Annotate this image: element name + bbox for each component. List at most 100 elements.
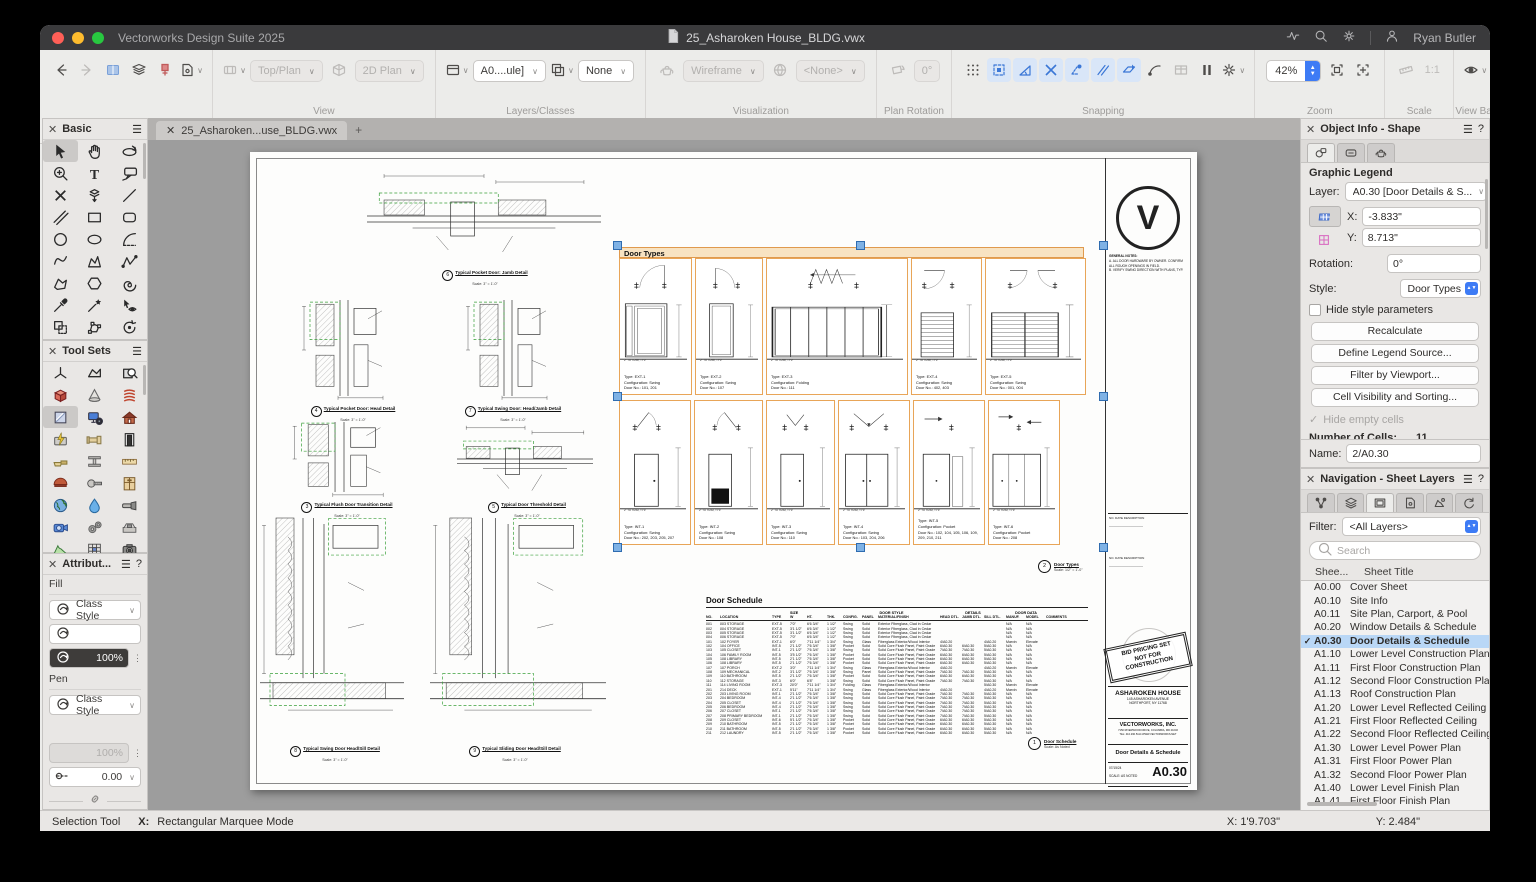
circle-tool[interactable]: [43, 228, 78, 250]
visualization-camera[interactable]: [78, 406, 113, 428]
hide-empty-cells-label[interactable]: Hide empty cells: [1323, 414, 1404, 426]
define-legend-source-button[interactable]: Define Legend Source...: [1311, 344, 1479, 363]
3d-modeling[interactable]: [43, 362, 78, 384]
doc-preview-button[interactable]: ∨: [179, 58, 203, 82]
tab-sheet-layers[interactable]: [1366, 493, 1394, 512]
regular-polygon-tool[interactable]: [78, 272, 113, 294]
helix-nurbs[interactable]: [112, 384, 147, 406]
projection-cube-icon[interactable]: [327, 58, 351, 82]
text-tool[interactable]: T: [78, 162, 113, 184]
polygon-tool[interactable]: [78, 250, 113, 272]
dims-notes[interactable]: [112, 450, 147, 472]
clip-tool[interactable]: [43, 316, 78, 338]
door-schedule[interactable]: Door ScheduleSIZEDOOR STYLEDETAILSDOOR D…: [706, 596, 1088, 735]
rotation-field[interactable]: 0°: [1387, 254, 1481, 273]
close-window-button[interactable]: [52, 32, 64, 44]
snap-working-plane-icon[interactable]: [1117, 58, 1141, 82]
plan-rotation-icon[interactable]: [886, 58, 910, 82]
style-dropdown[interactable]: Door Types ▲▼: [1400, 279, 1482, 298]
view-dropdown[interactable]: Top/Plan∨: [250, 60, 323, 82]
site-planning[interactable]: [43, 494, 78, 516]
legend-cell[interactable]: 2" TO TRIM, TYP.Type: EXT-5Configuration…: [985, 258, 1086, 395]
tab-shape[interactable]: [1307, 143, 1335, 162]
selection-handle[interactable]: [1099, 392, 1108, 401]
x-field[interactable]: -3.833": [1362, 207, 1481, 226]
extract-tool[interactable]: [78, 184, 113, 206]
detail-drawing[interactable]: [365, 166, 603, 266]
zoom-level-field[interactable]: 42% ▲▼: [1266, 60, 1321, 82]
plumbing[interactable]: [78, 428, 113, 450]
sheet-layer-row[interactable]: A0.00Cover Sheet: [1301, 581, 1489, 594]
pen-color-swatch[interactable]: [49, 719, 141, 739]
help-icon[interactable]: ?: [1478, 473, 1484, 485]
sheet-layer-row[interactable]: A1.21First Floor Reflected Ceiling: [1301, 715, 1489, 728]
selection-handle[interactable]: [613, 543, 622, 552]
selection-handle[interactable]: [1099, 543, 1108, 552]
layer-dropdown[interactable]: A0.30 [Door Details & S...∨: [1345, 182, 1488, 201]
sheet-layer-row[interactable]: A1.11First Floor Construction Plan: [1301, 661, 1489, 674]
sheet-page[interactable]: 6Typical Pocket Door: Jamb DetailScale: …: [250, 152, 1197, 790]
sheet-number-column-header[interactable]: Shee...: [1315, 566, 1364, 578]
document-tab[interactable]: ✕ 25_Asharoken...use_BLDG.vwx: [156, 121, 347, 140]
reshape-tool[interactable]: [78, 316, 113, 338]
sheet-layer-row[interactable]: A0.20Window Details & Schedule: [1301, 621, 1489, 634]
snapping-settings-gear-icon[interactable]: ∨: [1221, 58, 1245, 82]
position-mode-icon[interactable]: [1309, 206, 1341, 227]
surface-modeling[interactable]: [78, 362, 113, 384]
panel-menu-icon[interactable]: ☰: [1463, 123, 1473, 136]
walls-windows[interactable]: [43, 406, 78, 428]
sheet-layer-row[interactable]: A1.12Second Floor Construction Plan: [1301, 675, 1489, 688]
filter-by-viewport-button[interactable]: Filter by Viewport...: [1311, 366, 1479, 385]
sheet-layer-row[interactable]: A1.40Lower Level Finish Plan: [1301, 782, 1489, 795]
snap-object-icon[interactable]: [987, 58, 1011, 82]
palette-menu-icon[interactable]: ☰: [132, 345, 142, 358]
cell-visibility-sorting-button[interactable]: Cell Visibility and Sorting...: [1311, 388, 1479, 407]
close-icon[interactable]: ✕: [48, 345, 57, 358]
fit-page-icon[interactable]: [1351, 58, 1375, 82]
volumetric-modeling[interactable]: [43, 384, 78, 406]
filter-dropdown[interactable]: <All Layers> ▲▼: [1342, 517, 1482, 536]
camera-match[interactable]: [43, 516, 78, 538]
building-shell[interactable]: [112, 406, 147, 428]
flyover-tool[interactable]: [112, 140, 147, 162]
oval-tool[interactable]: [78, 228, 113, 250]
magic-wand-tool[interactable]: [78, 294, 113, 316]
fill-opacity-menu[interactable]: ⋮: [133, 653, 141, 664]
snap-grid-icon[interactable]: [961, 58, 985, 82]
settings-gear-icon[interactable]: [1342, 29, 1356, 46]
fill-color-swatch[interactable]: [49, 624, 141, 644]
trim-tool[interactable]: [43, 184, 78, 206]
snap-grid-settings-icon[interactable]: [1169, 58, 1193, 82]
name-field[interactable]: 2/A0.30: [1346, 444, 1481, 463]
furniture-millwork[interactable]: [112, 472, 147, 494]
legend-cell[interactable]: 2" TO TRIM, TYP.Type: INT-1Configuration…: [619, 400, 691, 545]
detail-drawing[interactable]: [462, 298, 562, 402]
link-attributes-icon[interactable]: [87, 791, 103, 812]
rounded-rectangle-tool[interactable]: [112, 206, 147, 228]
analysis[interactable]: [112, 362, 147, 384]
double-line-tool[interactable]: [43, 206, 78, 228]
rotate-tool[interactable]: [112, 316, 147, 338]
tab-data[interactable]: [1337, 143, 1365, 162]
scrollbar[interactable]: [1485, 179, 1488, 249]
selection-handle[interactable]: [1099, 241, 1108, 250]
panel-menu-icon[interactable]: ☰: [1463, 473, 1473, 486]
legend-cell[interactable]: 2" TO TRIM, TYP.Type: EXT-4Configuration…: [911, 258, 982, 395]
pen-opacity-menu[interactable]: ⋮: [133, 748, 141, 759]
tab-references[interactable]: [1455, 493, 1483, 512]
render-options-icon[interactable]: [768, 58, 792, 82]
tab-viewports[interactable]: [1396, 493, 1424, 512]
eyedropper-tool[interactable]: [43, 294, 78, 316]
snap-smart-point-icon[interactable]: [1065, 58, 1089, 82]
spiral-tool[interactable]: [112, 272, 147, 294]
recalculate-button[interactable]: Recalculate: [1311, 322, 1479, 341]
close-icon[interactable]: ✕: [1306, 473, 1315, 486]
zoom-tool[interactable]: [43, 162, 78, 184]
arc-tool[interactable]: [112, 228, 147, 250]
close-icon[interactable]: ✕: [48, 123, 57, 136]
selection-handle[interactable]: [856, 241, 865, 250]
selection-handle[interactable]: [856, 543, 865, 552]
user-name[interactable]: Ryan Butler: [1413, 31, 1476, 45]
legend-cell[interactable]: 2" TO TRIM, TYP.Type: EXT-2Configuration…: [695, 258, 763, 395]
sheet-layer-row[interactable]: ✓A0.30Door Details & Schedule: [1301, 635, 1489, 648]
